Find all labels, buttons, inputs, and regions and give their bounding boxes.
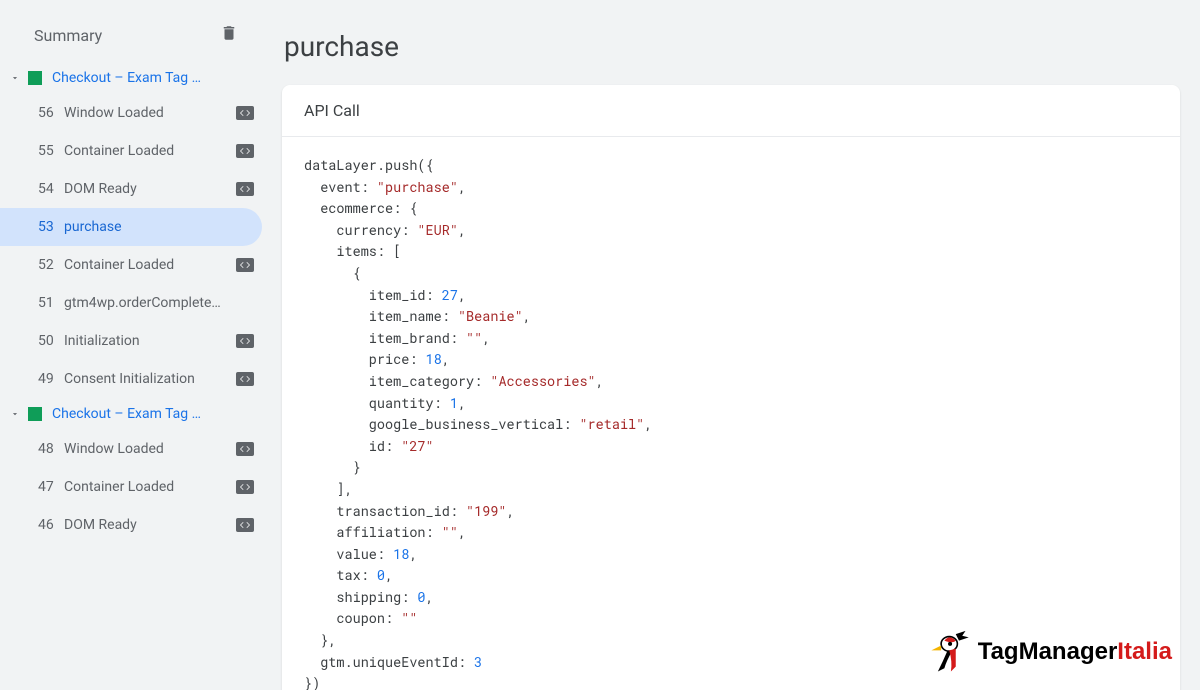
code-icon [236,258,254,272]
event-number: 48 [38,441,56,457]
page-status-icon [28,407,42,421]
group-label: Checkout – Exam Tag … [52,70,201,86]
event-item[interactable]: 47 Container Loaded [0,468,262,506]
event-number: 55 [38,143,56,159]
event-name: Initialization [64,333,228,349]
footer-logo: TagManagerItalia [920,626,1172,678]
event-name: purchase [64,219,254,235]
chevron-down-icon [10,409,20,419]
code-icon [236,372,254,386]
event-item[interactable]: 50 Initialization [0,322,262,360]
event-item[interactable]: 56 Window Loaded [0,94,262,132]
event-number: 47 [38,479,56,495]
code-icon [236,480,254,494]
event-item[interactable]: 49 Consent Initialization [0,360,262,398]
event-name: Window Loaded [64,105,228,121]
event-number: 49 [38,371,56,387]
event-item[interactable]: 46 DOM Ready [0,506,262,544]
summary-label: Summary [34,26,102,45]
bird-icon [920,626,972,678]
event-name: Container Loaded [64,479,228,495]
event-name: DOM Ready [64,181,228,197]
event-item-selected[interactable]: 53 purchase [0,208,262,246]
event-number: 53 [38,219,56,235]
code-icon [236,334,254,348]
sidebar: Summary Checkout – Exam Tag … 56 Window … [0,0,262,690]
event-name: Container Loaded [64,257,228,273]
code-block: dataLayer.push({ event: "purchase", ecom… [282,137,1180,690]
main-panel: purchase API Call dataLayer.push({ event… [262,0,1200,690]
code-icon [236,182,254,196]
event-group-header[interactable]: Checkout – Exam Tag … [0,398,262,430]
event-item[interactable]: 51 gtm4wp.orderComplete… [0,284,262,322]
event-number: 54 [38,181,56,197]
event-item[interactable]: 52 Container Loaded [0,246,262,284]
event-group-header[interactable]: Checkout – Exam Tag … [0,62,262,94]
event-number: 50 [38,333,56,349]
brand-text: TagManagerItalia [978,638,1172,666]
summary-header: Summary [0,8,262,62]
page-status-icon [28,71,42,85]
event-name: gtm4wp.orderComplete… [64,295,254,311]
code-icon [236,144,254,158]
event-item[interactable]: 55 Container Loaded [0,132,262,170]
event-item[interactable]: 48 Window Loaded [0,430,262,468]
event-number: 56 [38,105,56,121]
code-icon [236,518,254,532]
code-icon [236,442,254,456]
chevron-down-icon [10,73,20,83]
event-name: Container Loaded [64,143,228,159]
event-item[interactable]: 54 DOM Ready [0,170,262,208]
page-title: purchase [282,0,1180,85]
delete-icon[interactable] [220,24,238,46]
code-icon [236,106,254,120]
api-call-code: dataLayer.push({ event: "purchase", ecom… [304,155,1158,690]
event-name: Consent Initialization [64,371,228,387]
card-header: API Call [282,85,1180,137]
event-name: DOM Ready [64,517,228,533]
api-call-card: API Call dataLayer.push({ event: "purcha… [282,85,1180,690]
event-number: 52 [38,257,56,273]
event-number: 46 [38,517,56,533]
event-name: Window Loaded [64,441,228,457]
group-label: Checkout – Exam Tag … [52,406,201,422]
event-number: 51 [38,295,56,311]
